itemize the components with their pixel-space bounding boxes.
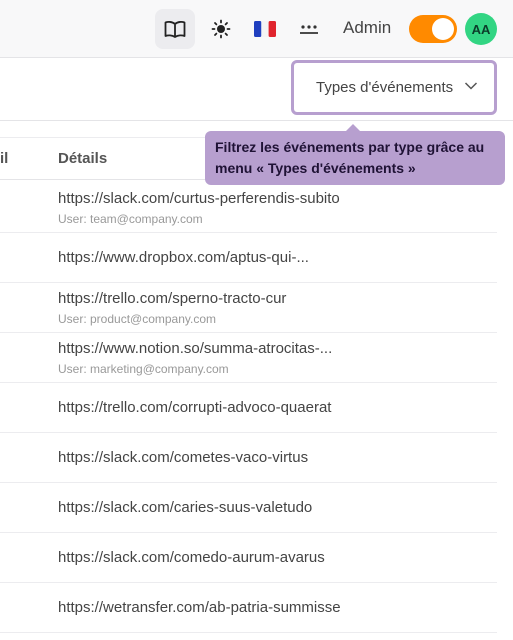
language-button[interactable] (245, 9, 285, 49)
event-url: https://www.dropbox.com/aptus-qui-... (58, 249, 309, 266)
toggle-knob (432, 18, 454, 40)
table-row[interactable]: https://www.dropbox.com/aptus-qui-... (0, 233, 497, 283)
event-user: User: team@company.com (58, 212, 203, 226)
avatar[interactable]: AA (465, 13, 497, 45)
event-url: https://trello.com/sperno-tracto-cur (58, 290, 287, 307)
top-bar: Admin AA (0, 0, 513, 58)
event-user: User: marketing@company.com (58, 362, 229, 376)
event-url: https://slack.com/caries-suus-valetudo (58, 499, 313, 516)
password-button[interactable] (289, 9, 329, 49)
event-url: https://wetransfer.com/ab-patria-summiss… (58, 599, 341, 616)
event-url: https://slack.com/curtus-perferendis-sub… (58, 190, 340, 207)
sun-icon (211, 19, 231, 39)
table-row[interactable]: https://trello.com/corrupti-advoco-quaer… (0, 383, 497, 433)
table-row[interactable]: https://trello.com/sperno-tracto-cur Use… (0, 283, 497, 333)
chevron-down-icon (464, 82, 478, 90)
admin-label: Admin (343, 18, 392, 37)
filter-hint-tooltip: Filtrez les événements par type grâce au… (205, 131, 505, 185)
table-row[interactable]: https://slack.com/comedo-aurum-avarus (0, 533, 497, 583)
event-user: User: product@company.com (58, 312, 217, 326)
event-url: https://slack.com/comedo-aurum-avarus (58, 549, 325, 566)
table-row[interactable]: https://slack.com/caries-suus-valetudo (0, 483, 497, 533)
table-row[interactable]: https://wetransfer.com/ab-patria-summiss… (0, 583, 497, 633)
table-row[interactable]: https://slack.com/curtus-perferendis-sub… (0, 183, 497, 233)
admin-toggle[interactable] (409, 15, 457, 43)
event-url: https://trello.com/corrupti-advoco-quaer… (58, 399, 332, 416)
table-row[interactable]: https://www.notion.so/summa-atrocitas-..… (0, 333, 497, 383)
book-icon (164, 20, 186, 38)
filter-bar: Types d'événements (0, 58, 513, 121)
table-row[interactable]: https://slack.com/cometes-vaco-virtus (0, 433, 497, 483)
event-table-body: https://slack.com/curtus-perferendis-sub… (0, 183, 497, 633)
event-type-select-label: Types d'événements (316, 79, 454, 96)
event-type-select[interactable]: Types d'événements (291, 60, 497, 115)
flag-fr-icon (254, 21, 276, 37)
password-dots-icon (300, 25, 318, 34)
column-header-details: Détails (58, 150, 108, 167)
event-url: https://www.notion.so/summa-atrocitas-..… (58, 340, 333, 357)
theme-toggle-button[interactable] (201, 9, 241, 49)
event-url: https://slack.com/cometes-vaco-virtus (58, 449, 309, 466)
documentation-button[interactable] (155, 9, 195, 49)
column-header-cut: il (0, 150, 9, 167)
